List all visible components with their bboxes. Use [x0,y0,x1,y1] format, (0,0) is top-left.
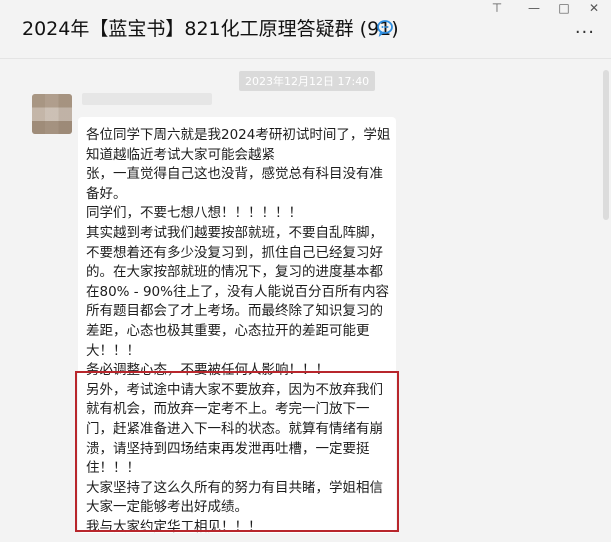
more-options-icon[interactable]: ··· [575,22,595,43]
avatar[interactable] [32,94,72,134]
message-line: 各位同学下周六就是我2024考研初试时间了，学姐知道越临近考试大家可能会越紧 [86,127,391,163]
message-line: 同学们，不要七想八想！！！！！！ [86,205,302,222]
scrollbar[interactable] [603,70,609,220]
message-line: 其实越到考试我们越要按部就班，不要自乱阵脚，不要想着还有多少没复习到，抓住自己已… [86,224,389,359]
message-line: 张，一直觉得自己这也没背，感觉总有科目没有准备好。 [86,166,383,202]
highlight-box [75,371,399,532]
close-icon[interactable]: ✕ [584,0,604,16]
group-chat-icon[interactable] [376,19,396,37]
chat-header: 2024年【蓝宝书】821化工原理答疑群 (91) ⊤ — □ ✕ ··· [0,0,611,59]
sender-name-blurred [82,93,212,105]
chat-title[interactable]: 2024年【蓝宝书】821化工原理答疑群 (91) [22,14,399,41]
maximize-icon[interactable]: □ [554,0,574,16]
pin-icon[interactable]: ⊤ [487,0,507,16]
message-timestamp: 2023年12月12日 17:40 [239,71,376,91]
minimize-icon[interactable]: — [524,0,544,16]
